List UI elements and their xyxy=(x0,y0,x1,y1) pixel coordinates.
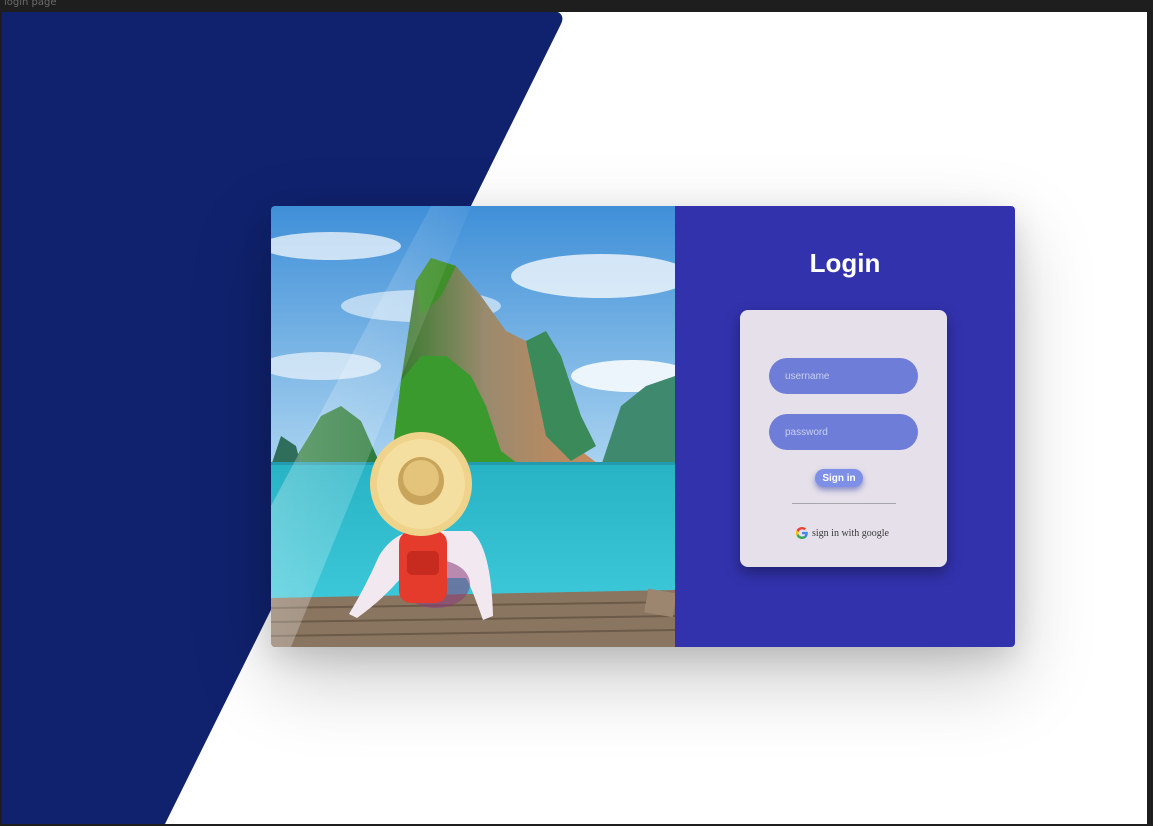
travel-photo xyxy=(271,206,675,647)
login-title: Login xyxy=(809,248,881,278)
google-g-icon xyxy=(795,526,808,540)
form-divider xyxy=(792,503,896,504)
window-title-bar: login page xyxy=(0,0,1153,12)
sign-in-button[interactable]: Sign in xyxy=(815,469,863,487)
login-form: Sign in sign in with google xyxy=(740,310,947,567)
login-panel: Login Sign in sign in with google xyxy=(675,206,1015,647)
username-input[interactable] xyxy=(769,358,918,394)
photo-illustration xyxy=(271,206,675,647)
window-title: login page xyxy=(4,0,57,8)
google-sign-in-label: sign in with google xyxy=(812,527,889,539)
password-input[interactable] xyxy=(769,414,918,450)
google-sign-in-link[interactable]: sign in with google xyxy=(795,526,889,540)
page-viewport: Login Sign in sign in with google xyxy=(2,12,1147,824)
login-card: Login Sign in sign in with google xyxy=(271,206,1015,647)
